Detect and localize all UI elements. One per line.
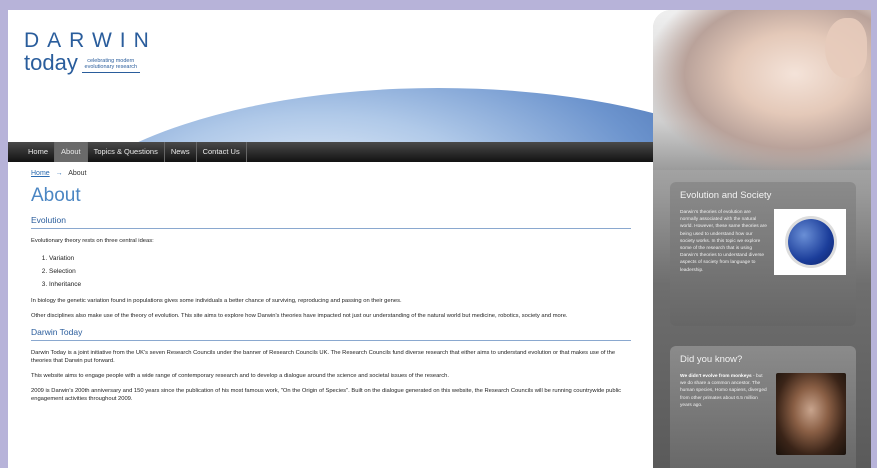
nav-item-topics-questions[interactable]: Topics & Questions [88, 142, 165, 162]
evolution-society-title[interactable]: Evolution and Society [680, 190, 846, 201]
evolution-society-box[interactable]: Evolution and Society Darwin's theories … [670, 182, 856, 326]
nav-item-contact-us[interactable]: Contact Us [197, 142, 247, 162]
logo-word-today: today [24, 50, 78, 75]
evolution-paragraph: Other disciplines also make use of the t… [31, 313, 568, 319]
page: DARWIN today celebrating modern evolutio… [8, 10, 871, 468]
nav-item-home[interactable]: Home [22, 142, 56, 162]
did-you-know-title: Did you know? [680, 354, 743, 365]
list-item: Variation [49, 252, 631, 265]
breadcrumb-current: About [68, 170, 87, 177]
main-content: Home → About About Evolution Evolutionar… [31, 170, 631, 410]
did-you-know-body: - but we do share a common ancestor. The… [680, 374, 767, 408]
breadcrumb-home-link[interactable]: Home [31, 170, 50, 177]
evolution-ideas-list: Variation Selection Inheritance [31, 252, 631, 291]
breadcrumb-arrow-icon: → [55, 170, 63, 177]
darwin-today-paragraph: Darwin Today is a joint initiative from … [31, 350, 616, 364]
logo-tagline: celebrating modern evolutionary research [81, 58, 140, 73]
nav-item-news[interactable]: News [165, 142, 197, 162]
chimpanzee-image [776, 373, 846, 455]
globe-icon [788, 219, 834, 265]
evolution-intro: Evolutionary theory rests on three centr… [31, 238, 154, 244]
sidebar: Evolution and Society Darwin's theories … [653, 10, 871, 468]
logo-word-darwin: DARWIN [24, 29, 157, 52]
page-title: About [31, 185, 81, 206]
globe-image[interactable] [774, 209, 846, 275]
darwin-today-paragraph: 2009 is Darwin's 200th anniversary and 1… [31, 388, 622, 402]
breadcrumb: Home → About [31, 170, 631, 177]
section-heading-evolution: Evolution [31, 215, 631, 229]
site-header: DARWIN today celebrating modern evolutio… [8, 10, 656, 142]
nav-item-about[interactable]: About [55, 142, 88, 162]
site-logo[interactable]: DARWIN today celebrating modern evolutio… [24, 29, 157, 75]
hand-image [825, 18, 867, 78]
header-globe-image [38, 88, 656, 142]
darwin-today-paragraph: This website aims to engage people with … [31, 373, 449, 379]
evolution-paragraph: In biology the genetic variation found i… [31, 298, 402, 304]
did-you-know-bold: We didn't evolve from monkeys [680, 374, 752, 379]
list-item: Inheritance [49, 278, 631, 291]
baby-photo [653, 10, 871, 170]
did-you-know-box: Did you know? We didn't evolve from monk… [670, 346, 856, 468]
list-item: Selection [49, 265, 631, 278]
section-heading-darwin-today: Darwin Today [31, 327, 631, 341]
main-nav: Home About Topics & Questions News Conta… [8, 142, 656, 162]
